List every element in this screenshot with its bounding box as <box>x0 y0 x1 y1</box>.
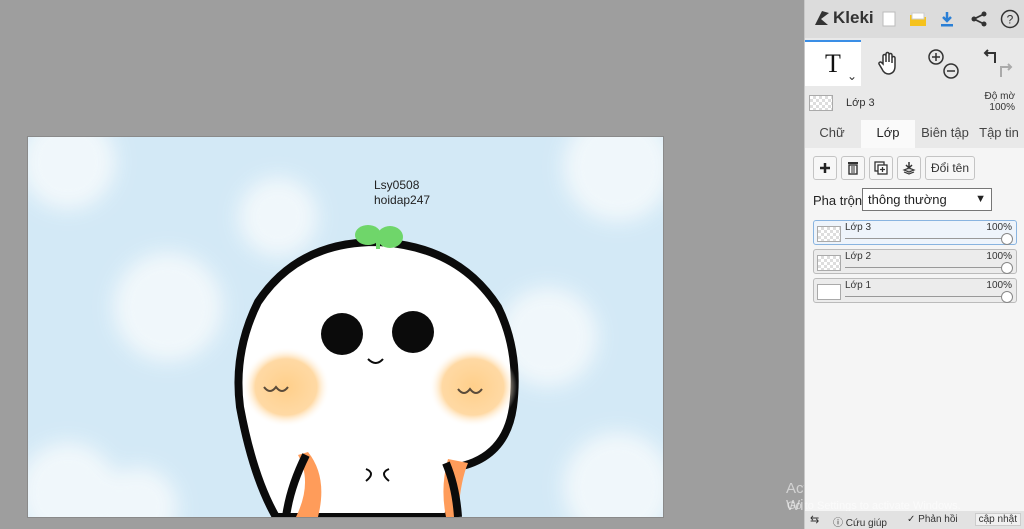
current-layer-status: Lớp 3 Độ mờ 100% <box>805 88 1024 118</box>
canvas-artwork <box>28 137 663 517</box>
delete-layer-button[interactable] <box>841 156 865 180</box>
download-icon[interactable] <box>937 9 957 29</box>
help-circle-icon: ⓘ <box>833 518 843 529</box>
top-toolbar: Kleki ? <box>805 0 1024 38</box>
canvas-text-line2: hoidap247 <box>374 193 431 207</box>
help-link[interactable]: ⓘ Cứu giúp <box>833 514 887 529</box>
blend-mode-value: thông thường <box>868 192 947 207</box>
drawing-canvas[interactable]: Lsy0508 hoidap247 <box>27 136 664 518</box>
help-icon[interactable]: ? <box>1000 9 1020 29</box>
tab-text[interactable]: Chữ <box>805 120 859 148</box>
side-panel: Kleki ? T ⌄ Lớp 3 Độ mờ 100% Chữ Lớp Biê… <box>787 0 1024 529</box>
feedback-link[interactable]: ✓ Phản hồi <box>907 514 958 525</box>
duplicate-icon <box>874 161 888 175</box>
tab-layers[interactable]: Lớp <box>861 120 915 148</box>
collapse-icon[interactable]: ⇆ <box>810 513 819 526</box>
svg-text:?: ? <box>1007 13 1014 27</box>
layer-opacity: 100% <box>986 251 1012 262</box>
tab-edit[interactable]: Biên tập <box>917 120 973 148</box>
plus-icon <box>820 163 830 173</box>
canvas-text-line1: Lsy0508 <box>374 178 420 192</box>
layer-row[interactable]: Lớp 1 100% <box>813 278 1017 303</box>
layer-name: Lớp 2 <box>845 251 872 262</box>
hand-icon <box>878 51 896 75</box>
layer-opacity-slider[interactable] <box>845 267 1006 268</box>
chevron-down-icon: ▼ <box>975 193 986 205</box>
opacity-label: Độ mờ <box>984 91 1015 102</box>
undo-icon[interactable] <box>983 49 996 63</box>
trash-icon <box>848 162 858 175</box>
hand-tool-button[interactable] <box>861 40 915 86</box>
zoom-out-icon[interactable] <box>943 63 959 79</box>
blend-mode-label: Pha trộn <box>813 193 863 208</box>
layer-opacity-handle[interactable] <box>1001 262 1013 274</box>
duplicate-layer-button[interactable] <box>869 156 893 180</box>
layer-thumbnail <box>817 255 841 271</box>
layer-opacity: 100% <box>986 280 1012 291</box>
text-tool-icon: T <box>825 49 841 78</box>
zoom-in-icon[interactable] <box>928 49 944 65</box>
layer-name: Lớp 1 <box>845 280 872 291</box>
layer-thumbnail <box>817 284 841 300</box>
undo-redo-controls <box>971 40 1023 86</box>
current-layer-thumbnail <box>809 95 833 111</box>
open-folder-icon[interactable] <box>908 9 928 29</box>
chevron-down-icon[interactable]: ⌄ <box>847 69 857 83</box>
layer-opacity-handle[interactable] <box>1001 233 1013 245</box>
check-icon: ✓ <box>907 514 916 525</box>
merge-down-button[interactable] <box>897 156 921 180</box>
opacity-value: 100% <box>989 102 1015 113</box>
layers-tab-content: Đổi tên Pha trộn thông thường ▼ Lớp 3 10… <box>805 148 1024 529</box>
kleki-logo-icon <box>815 11 829 25</box>
text-tool-button[interactable]: T ⌄ <box>805 40 861 86</box>
canvas-workspace[interactable]: Lsy0508 hoidap247 Activate Windows <box>0 0 847 529</box>
panel-tabs: Chữ Lớp Biên tập Tập tin <box>805 120 1024 148</box>
new-image-icon[interactable] <box>879 9 899 29</box>
canvas-text-label: Lsy0508 hoidap247 <box>374 178 430 208</box>
blend-mode-select[interactable]: thông thường ▼ <box>862 188 992 211</box>
layer-opacity-handle[interactable] <box>1001 291 1013 303</box>
feedback-link-label: Phản hồi <box>918 514 958 525</box>
add-layer-button[interactable] <box>813 156 837 180</box>
update-button[interactable]: cập nhật <box>974 513 1021 526</box>
redo-icon[interactable] <box>1000 63 1013 77</box>
layer-name: Lớp 3 <box>845 222 872 233</box>
rename-layer-button[interactable]: Đổi tên <box>925 156 975 180</box>
zoom-controls <box>917 40 969 86</box>
layer-row[interactable]: Lớp 3 100% <box>813 220 1017 245</box>
help-link-label: Cứu giúp <box>845 518 887 529</box>
current-layer-name: Lớp 3 <box>846 97 875 109</box>
opacity-readout: Độ mờ 100% <box>985 91 1015 113</box>
layer-row[interactable]: Lớp 2 100% <box>813 249 1017 274</box>
merge-down-icon <box>902 162 916 175</box>
layer-opacity-slider[interactable] <box>845 296 1006 297</box>
share-icon[interactable] <box>969 9 989 29</box>
tool-bar: T ⌄ <box>805 40 1024 86</box>
layer-opacity-slider[interactable] <box>845 238 1006 239</box>
panel-footer: ⇆ ⓘ Cứu giúp ✓ Phản hồi cập nhật <box>805 511 1024 529</box>
app-logo[interactable]: Kleki <box>813 8 874 28</box>
layer-thumbnail <box>817 226 841 242</box>
tab-file[interactable]: Tập tin <box>975 120 1023 148</box>
layer-opacity: 100% <box>986 222 1012 233</box>
app-name: Kleki <box>833 8 874 27</box>
